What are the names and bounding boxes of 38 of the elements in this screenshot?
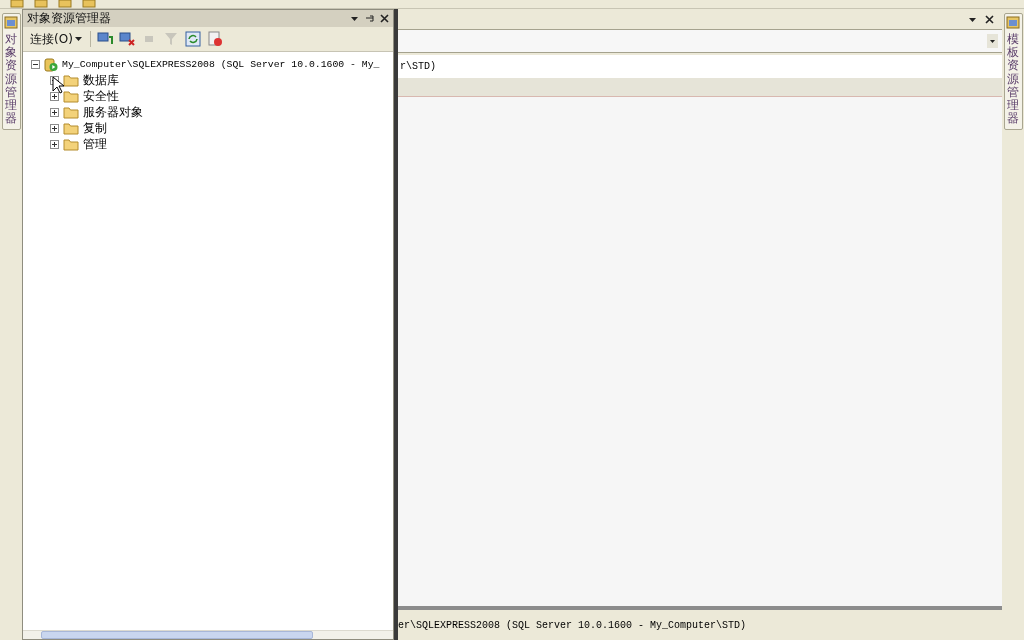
server-icon [44,56,58,72]
disconnect-icon[interactable] [118,31,135,47]
status-text: er\SQLEXPRESS2008 (SQL Server 10.0.1600 - My_Computer\STD) [398,619,747,631]
caret-icon [74,36,82,42]
side-tab[interactable]: 对象资源管理器 [1,13,21,131]
connect-icon[interactable] [96,31,113,47]
folder-icon [63,105,79,119]
expand-icon[interactable] [50,107,59,117]
connection-text: r\STD) [400,61,436,72]
tree-item[interactable]: 数据库 [83,71,119,89]
collapse-icon[interactable] [31,59,40,69]
pin-icon[interactable] [365,14,374,23]
tree-item[interactable]: 安全性 [83,87,119,105]
mouse-pointer-icon [52,76,64,94]
folder-icon [63,73,79,87]
tree-item[interactable]: 服务器对象 [83,103,143,121]
tree-item[interactable]: 复制 [83,119,107,137]
object-dropdown[interactable] [398,29,1002,53]
close-icon[interactable] [985,14,994,24]
expand-icon[interactable] [50,123,59,133]
panel-title: 对象资源管理器 [27,10,111,27]
folder-icon [63,137,79,151]
folder-icon [63,89,79,103]
refresh-icon[interactable] [184,31,201,47]
window-icon [1005,16,1021,30]
report-icon[interactable] [206,31,223,47]
expand-icon[interactable] [50,91,59,101]
dropdown-icon [987,34,998,48]
folder-icon [63,121,79,135]
side-tab[interactable]: 模板资源管理器 [1003,13,1023,131]
expand-icon[interactable] [50,139,59,149]
window-icon [3,16,19,30]
connect-button[interactable]: 连接(O) [28,30,84,48]
dropdown-icon[interactable] [350,14,359,23]
horizontal-scrollbar[interactable] [23,630,393,639]
tree-item[interactable]: My_Computer\SQLEXPRESS2008 (SQL Server 10.0.1600 - My_ [62,58,380,70]
close-icon[interactable] [380,14,389,23]
tree-item[interactable]: 管理 [83,135,107,153]
